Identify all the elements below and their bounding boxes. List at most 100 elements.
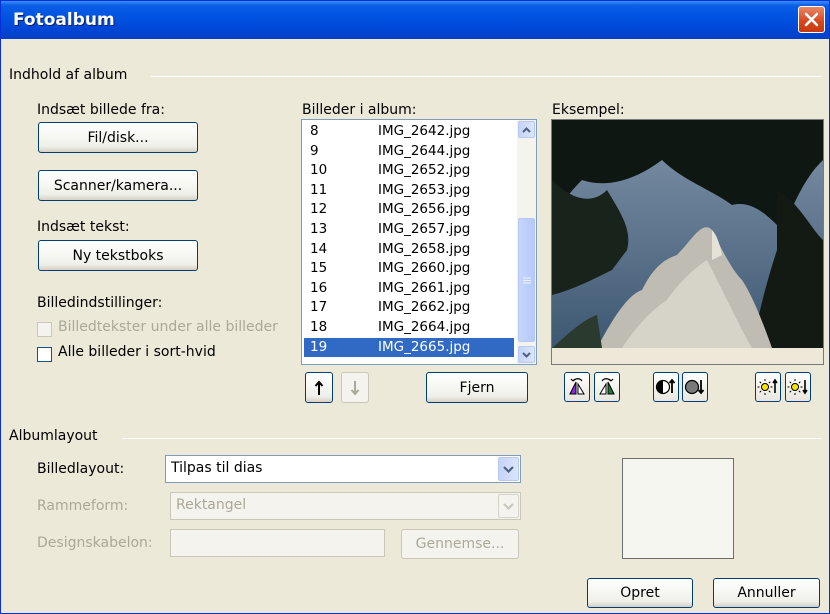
list-item-filename: IMG_2642.jpg [378,123,471,139]
frame-shape-dropdown-button[interactable] [498,494,519,518]
arrow-down-icon [350,380,360,396]
frame-shape-label: Rammeform: [37,498,129,514]
brightness-up-button[interactable] [755,372,781,402]
design-template-label: Designskabelon: [37,535,153,551]
album-layout-title: Albumlayout [9,428,98,444]
list-item-number: 14 [310,240,328,257]
move-up-button[interactable] [305,372,333,403]
captions-checkbox-label: Billedtekster under alle billeder [58,319,278,335]
new-textbox-button[interactable]: Ny tekstboks [38,240,198,271]
list-item-filename: IMG_2657.jpg [378,221,471,237]
rotate-left-icon [569,378,585,395]
list-item[interactable]: 17 IMG_2662.jpg [304,298,514,318]
picture-layout-dropdown-button[interactable] [498,457,519,481]
list-item-number: 8 [310,123,319,139]
remove-button[interactable]: Fjern [426,372,528,403]
picture-layout-value: Tilpas til dias [171,460,263,476]
black-white-checkbox-label: Alle billeder i sort-hvid [58,344,216,360]
fotoalbum-dialog: Fotoalbum Indhold af album Indsæt billed… [0,0,830,614]
list-item-number: 16 [310,279,328,296]
rotate-right-button[interactable] [594,372,620,402]
pictures-list-label: Billeder i album: [302,102,417,118]
frame-shape-value: Rektangel [176,497,247,513]
list-item-filename: IMG_2662.jpg [378,299,471,316]
list-scrollbar[interactable] [517,120,536,364]
picture-layout-label: Billedlayout: [37,461,125,477]
chevron-down-icon [522,351,531,358]
list-item[interactable]: 9 IMG_2644.jpg [304,142,514,162]
list-item-number: 15 [310,260,328,277]
group-divider [151,76,821,77]
insert-picture-label: Indsæt billede fra: [37,102,165,118]
list-item-number: 12 [310,201,328,218]
frame-shape-select[interactable]: Rektangel [170,492,521,520]
list-item-filename: IMG_2658.jpg [378,240,471,257]
design-template-field[interactable] [170,529,385,557]
rotate-right-icon [599,378,615,395]
arrow-up-icon [314,379,324,395]
list-item-filename: IMG_2664.jpg [378,319,471,335]
list-item-number: 19 [310,338,328,355]
layout-preview [622,458,734,559]
create-button[interactable]: Opret [587,578,693,608]
list-item[interactable]: 11 IMG_2653.jpg [304,181,514,201]
chevron-down-icon [503,465,514,473]
preview-label: Eksempel: [552,102,625,118]
grip-icon [522,277,531,283]
list-item-number: 13 [310,221,328,237]
brightness-down-icon [787,379,808,395]
window-title: Fotoalbum [13,10,115,30]
list-item[interactable]: 14 IMG_2658.jpg [304,240,514,260]
contrast-up-icon [655,378,676,395]
contrast-up-button[interactable] [653,372,679,402]
list-item-filename: IMG_2652.jpg [378,162,471,179]
list-item-number: 11 [310,181,328,198]
chevron-up-icon [522,126,531,133]
preview-pane [551,119,824,365]
list-item[interactable]: 12 IMG_2656.jpg [304,200,514,220]
black-white-checkbox[interactable] [37,347,52,362]
insert-text-label: Indsæt tekst: [37,219,130,235]
scroll-thumb[interactable] [518,218,535,342]
file-disk-button[interactable]: Fil/disk... [38,122,198,153]
scroll-down-button[interactable] [518,346,535,363]
list-item-filename: IMG_2661.jpg [378,279,471,296]
cancel-button[interactable]: Annuller [713,578,820,608]
list-item-filename: IMG_2644.jpg [378,142,471,159]
contrast-down-icon [684,379,705,395]
rotate-left-button[interactable] [564,372,590,402]
move-down-button[interactable] [341,372,369,403]
list-item[interactable]: 13 IMG_2657.jpg [304,220,514,240]
picture-layout-select[interactable]: Tilpas til dias [165,455,521,483]
picture-options-label: Billedindstillinger: [37,295,163,311]
list-item[interactable]: 15 IMG_2660.jpg [304,259,514,279]
list-item[interactable]: 16 IMG_2661.jpg [304,279,514,299]
title-bar[interactable]: Fotoalbum [1,1,829,39]
content-group-title: Indhold af album [9,67,128,83]
brightness-up-icon [757,378,778,395]
list-item[interactable]: 19 IMG_2665.jpg [304,337,514,358]
pictures-listbox[interactable]: 8 IMG_2642.jpg 9 IMG_2644.jpg 10 IMG_2652.jpg… [301,119,537,365]
list-item-filename: IMG_2653.jpg [378,181,471,198]
list-item-number: 17 [310,299,328,316]
preview-image [552,120,823,348]
list-item[interactable]: 8 IMG_2642.jpg [304,122,514,142]
close-icon [804,12,819,27]
group-divider [123,438,821,439]
list-item-number: 18 [310,319,328,335]
scanner-camera-button[interactable]: Scanner/kamera... [38,170,198,201]
list-item-filename: IMG_2665.jpg [378,338,471,355]
list-item-filename: IMG_2656.jpg [378,201,471,218]
list-item-number: 10 [310,162,328,179]
list-item-filename: IMG_2660.jpg [378,260,471,277]
list-item[interactable]: 18 IMG_2664.jpg [304,318,514,338]
chevron-down-icon [503,502,514,510]
browse-button[interactable]: Gennemse... [401,529,519,559]
close-button[interactable] [798,6,825,33]
list-item[interactable]: 10 IMG_2652.jpg [304,161,514,181]
contrast-down-button[interactable] [682,372,708,402]
captions-checkbox[interactable] [37,322,52,337]
scroll-up-button[interactable] [518,121,535,138]
brightness-down-button[interactable] [785,372,811,402]
list-item-number: 9 [310,142,319,159]
